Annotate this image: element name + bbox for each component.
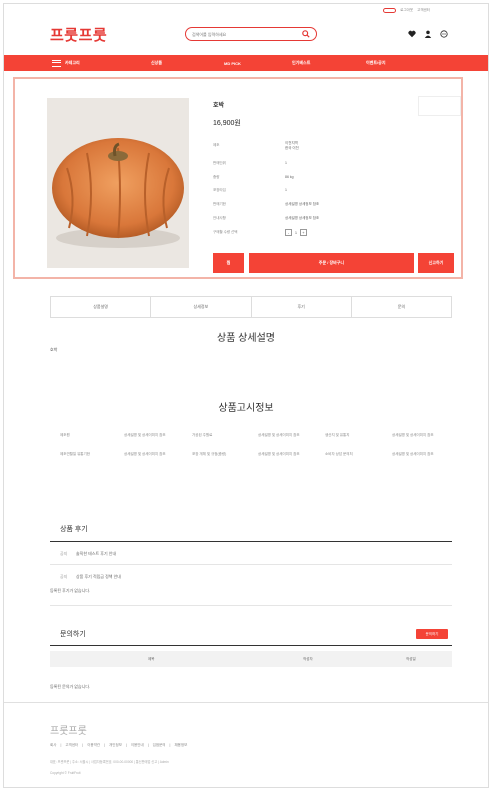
notice-label: 제조원	[60, 433, 70, 437]
footer-links: 회사 | 고객센터 | 이용약관 | 개인정보 | 이용안내 | 입점문의 | 채용정보	[50, 743, 188, 748]
footer-divider	[4, 702, 488, 703]
inquiry-divider	[50, 645, 452, 646]
nav-item-md-pick[interactable]: MD PICK	[224, 61, 241, 66]
inquiry-table-header: 제목 작성자 작성일	[50, 651, 452, 667]
description-text: 호박	[50, 347, 58, 352]
notice-value: 상세설명 및 상세이미지 참조	[258, 452, 300, 456]
logout-link[interactable]: 로그아웃	[400, 8, 413, 13]
footer-link[interactable]: 채용정보	[174, 743, 187, 748]
notice-title: 상품고시정보	[218, 403, 274, 414]
info-label: 포장타입	[213, 188, 226, 192]
chat-icon[interactable]	[440, 30, 448, 38]
search-bar[interactable]	[185, 27, 317, 41]
footer-link[interactable]: 입점문의	[153, 743, 166, 748]
qty-plus-button[interactable]: +	[299, 229, 307, 236]
row-divider	[50, 564, 452, 565]
info-label: 판매기한	[213, 202, 226, 206]
footer-link[interactable]: 개인정보	[109, 743, 122, 748]
search-input[interactable]	[192, 31, 302, 37]
notice-value: 상세설명 및 상세이미지 참조	[258, 433, 300, 437]
review-notice-link[interactable]: 상품 후기 적립금 정책 안내	[76, 574, 121, 580]
toggle-pill[interactable]	[383, 8, 397, 13]
info-value: 1	[285, 161, 287, 165]
customer-center-link[interactable]: 고객센터	[417, 8, 430, 13]
nav-item-new[interactable]: 신상품	[151, 60, 162, 66]
footer-link[interactable]: 회사	[50, 743, 56, 748]
info-label: 구매할 수량 선택	[213, 230, 238, 234]
nav-item-event[interactable]: 이벤트/공지	[366, 60, 386, 66]
share-box[interactable]	[418, 96, 461, 116]
info-label: 제조	[213, 143, 220, 147]
col-date: 작성일	[406, 657, 416, 661]
col-author: 작성자	[303, 657, 313, 661]
review-notice-tag: 공지	[60, 551, 68, 556]
row-divider	[50, 605, 452, 606]
footer-link[interactable]: 이용안내	[131, 743, 144, 748]
user-icon[interactable]	[424, 30, 432, 38]
notice-value: 상세설명 및 상세이미지 참조	[392, 452, 434, 456]
quantity-stepper: - 1 +	[285, 229, 307, 236]
description-title: 상품 상세설명	[217, 333, 275, 344]
top-links: 로그아웃 고객센터	[383, 8, 430, 13]
tab-inquiry[interactable]: 문의	[352, 297, 451, 317]
col-title: 제목	[148, 657, 155, 661]
reviews-title: 상품 후기	[60, 526, 88, 533]
order-button[interactable]: 주문 / 장바구니	[249, 253, 414, 273]
notice-label: 제조연월일 유통기한	[60, 452, 90, 456]
wish-button[interactable]: 찜	[213, 253, 244, 273]
logo-text: 프룻프룻	[50, 26, 108, 44]
qty-value: 1	[295, 230, 297, 235]
notice-label: 가공된 주원료	[192, 433, 213, 437]
footer-link[interactable]: 고객센터	[65, 743, 78, 748]
main-nav: 카테고리 신상품 MD PICK 인기베스트 이벤트/공지	[4, 55, 488, 71]
notice-value: 상세설명 및 상세이미지 참조	[124, 452, 166, 456]
nav-item-best[interactable]: 인기베스트	[292, 60, 310, 66]
info-label: 판매단위	[213, 161, 226, 165]
reviews-empty-text: 등록된 후기가 없습니다.	[50, 588, 91, 593]
tab-detail-info[interactable]: 상세정보	[151, 297, 252, 317]
review-notice-link[interactable]: 솔직한 테스트 후기 안내	[76, 551, 116, 557]
site-logo[interactable]: 프룻프룻	[50, 24, 107, 45]
footer-copyright: Copyright © FruitFruit	[50, 771, 81, 775]
qty-minus-button[interactable]: -	[285, 229, 292, 236]
hamburger-icon	[52, 59, 61, 67]
header-utility-icons	[408, 30, 448, 38]
product-name: 호박	[213, 103, 225, 109]
tab-reviews[interactable]: 후기	[252, 297, 352, 317]
inquiry-empty-text: 등록된 문의가 없습니다.	[50, 684, 91, 689]
notice-label: 소비자 상담 문의처	[325, 452, 353, 456]
notice-label: 포장 개체 및 규정(중량)	[192, 452, 227, 456]
tab-description[interactable]: 상품설명	[51, 297, 152, 317]
inquiry-title: 문의하기	[60, 631, 86, 638]
review-notice-tag: 공지	[60, 574, 68, 579]
info-value: 상세설명 상세정보 참조	[285, 202, 320, 206]
category-label: 카테고리	[65, 60, 80, 65]
notice-value: 상세설명 및 상세이미지 참조	[124, 433, 166, 437]
product-price: 16,900원	[213, 120, 241, 127]
notice-value: 상세설명 및 상세이미지 참조	[392, 433, 434, 437]
detail-tabs: 상품설명 상세정보 후기 문의	[50, 296, 452, 318]
footer-link[interactable]: 이용약관	[87, 743, 100, 748]
info-value: 이천지역 한국 이천	[285, 141, 299, 150]
report-button[interactable]: 신고하기	[418, 253, 454, 273]
info-label: 중량	[213, 175, 220, 179]
info-value: 86 kg	[285, 175, 294, 179]
info-value: 1	[285, 188, 287, 192]
reviews-divider	[50, 541, 452, 542]
info-label: 안내사항	[213, 216, 226, 220]
heart-icon[interactable]	[408, 30, 416, 38]
notice-label: 생산지 및 유통지	[325, 433, 350, 437]
category-menu[interactable]: 카테고리	[52, 59, 80, 67]
footer-company-info: 대표: 프룻프룻 | 주소: 서울시 | 사업자등록번호: 000-00-000…	[50, 760, 169, 764]
search-icon[interactable]	[302, 30, 310, 38]
product-image	[47, 98, 189, 268]
footer-logo: 프룻프룻	[50, 726, 87, 737]
info-value: 상세설명 상세정보 참조	[285, 216, 320, 220]
inquiry-button[interactable]: 문의하기	[416, 629, 448, 639]
